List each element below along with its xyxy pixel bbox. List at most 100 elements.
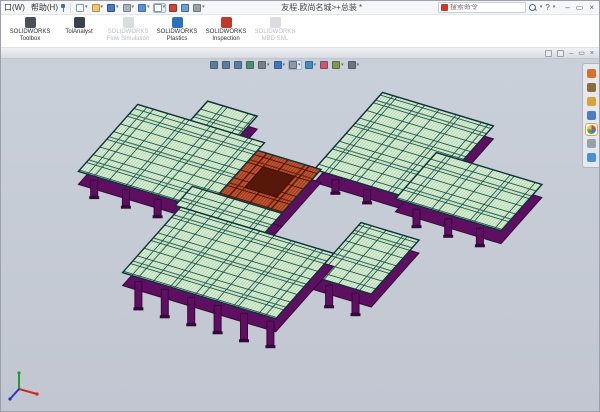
zoom-to-fit-icon [210,61,218,69]
addin-tolanalyst[interactable]: TolAnalyst [56,17,102,36]
divider [70,3,71,13]
save-dropdown-icon[interactable]: ▾ [116,5,119,10]
addin-label: SOLIDWORKS Plastics [154,29,200,42]
model-3d-assembly[interactable] [1,59,599,412]
view-settings-icon [348,61,356,69]
help-button[interactable]: ? [545,3,549,12]
edit-appearance-icon [320,61,328,69]
apply-scene-icon [332,61,340,69]
undo-dropdown-icon[interactable]: ▾ [147,5,150,10]
dynamic-annotation-views-dropdown-icon[interactable]: ▾ [267,63,270,68]
display-style-button[interactable]: ▾ [288,60,302,70]
zoom-to-area-button[interactable] [221,60,231,70]
view-palette-icon [587,111,596,120]
addin-solidworks-toolbox[interactable]: SOLIDWORKS Toolbox [7,17,53,42]
view-settings-button[interactable]: ▾ [347,60,361,70]
solidworks-flow-simulation-icon [123,17,134,28]
doc-close-button[interactable]: × [590,50,594,57]
rebuild-icon [169,4,177,12]
solidworks-mbd-snl-icon [270,17,281,28]
zoom-to-area-icon [222,61,230,69]
addin-solidworks-mbd-snl[interactable]: SOLIDWORKS MBD SNL [252,17,298,42]
options-button[interactable]: ▾ [192,3,206,13]
task-pane-tabs [582,63,599,168]
quick-access-toolbar: ▾ ▾ ▾ ▾ ▾ ▾ ▾ [75,3,206,13]
previous-view-icon [234,61,242,69]
solidworks-inspection-icon [221,17,232,28]
axis-z [10,389,19,399]
doc-minimize-button[interactable]: – [569,50,573,57]
graphics-area[interactable]: ▾ ▾ ▾ ▾ ▾ ▾ [1,59,599,412]
addin-label: SOLIDWORKS Toolbox [7,29,53,42]
search-icon[interactable] [529,4,537,12]
addin-solidworks-inspection[interactable]: SOLIDWORKS Inspection [203,17,249,42]
search-input[interactable] [450,4,523,11]
view-settings-dropdown-icon[interactable]: ▾ [357,63,360,68]
restore-button[interactable]: ▭ [576,4,584,12]
toolbar-strip: – ▭ × [1,48,599,59]
titlebar: 口(W)帮助(H) ▾▾▾▾▾▾▾ 友程.欧尚名城>+总装 * ▾ ? ▾ –▭… [1,1,599,15]
search-area: ▾ ? ▾ [438,2,555,13]
user-forum-icon [587,153,596,162]
view-orientation-button[interactable]: ▾ [273,60,287,70]
design-library-icon [587,83,596,92]
doc-window-button-a[interactable] [545,50,552,57]
addin-solidworks-plastics[interactable]: SOLIDWORKS Plastics [154,17,200,42]
addin-label: SOLIDWORKS Inspection [203,29,249,42]
menu-item-w[interactable]: 口(W) [4,2,25,13]
open-dropdown-icon[interactable]: ▾ [101,5,104,10]
save-button[interactable]: ▾ [106,3,120,13]
select-button[interactable]: ▾ [153,3,167,13]
new-dropdown-icon[interactable]: ▾ [85,5,88,10]
window-controls: –▭ × [565,4,594,12]
menu-item-h[interactable]: 帮助(H) [31,2,58,13]
save-icon [107,4,115,12]
options-dropdown-icon[interactable]: ▾ [202,5,205,10]
taskpane-tab-custom-properties[interactable] [586,138,597,149]
minimize-button[interactable]: – [565,4,569,12]
hide-show-items-button[interactable]: ▾ [304,60,318,70]
taskpane-tab-solidworks-resources[interactable] [586,68,597,79]
display-style-icon [289,61,297,69]
undo-icon [138,4,146,12]
search-dropdown-icon[interactable]: ▾ [540,5,543,10]
dynamic-annotation-views-button[interactable]: ▾ [257,60,271,70]
taskpane-tab-view-palette[interactable] [586,110,597,121]
taskpane-tab-appearances-scenes[interactable] [586,124,597,135]
file-properties-icon [181,4,189,12]
section-view-button[interactable] [245,60,255,70]
doc-window-button-b[interactable] [557,50,564,57]
pin-menu-icon[interactable] [60,4,66,12]
menubar: 口(W) 帮助(H) [1,2,58,13]
open-button[interactable]: ▾ [91,3,105,13]
apply-scene-dropdown-icon[interactable]: ▾ [341,63,344,68]
file-properties-button[interactable] [180,3,190,13]
new-button[interactable]: ▾ [75,3,89,13]
print-dropdown-icon[interactable]: ▾ [132,5,135,10]
headsup-view-toolbar: ▾ ▾ ▾ ▾ ▾ ▾ [209,60,360,70]
hide-show-items-dropdown-icon[interactable]: ▾ [314,63,317,68]
addin-label: TolAnalyst [65,29,92,36]
close-button[interactable]: × [589,4,594,12]
taskpane-tab-design-library[interactable] [586,82,597,93]
addin-label: SOLIDWORKS MBD SNL [252,29,298,42]
help-dropdown-icon[interactable]: ▾ [553,5,556,10]
taskpane-tab-user-forum[interactable] [586,152,597,163]
taskpane-tab-file-explorer[interactable] [586,96,597,107]
axis-x [19,389,37,394]
print-button[interactable]: ▾ [122,3,136,13]
file-explorer-icon [587,97,596,106]
previous-view-button[interactable] [233,60,243,70]
addin-solidworks-flow-simulation[interactable]: SOLIDWORKS Flow Simulation [105,17,151,42]
zoom-to-fit-button[interactable] [209,60,219,70]
doc-restore-button[interactable]: ▭ [578,50,585,57]
select-dropdown-icon[interactable]: ▾ [163,5,166,10]
undo-button[interactable]: ▾ [137,3,151,13]
display-style-dropdown-icon[interactable]: ▾ [298,63,301,68]
apply-scene-button[interactable]: ▾ [331,60,345,70]
rebuild-button[interactable] [168,3,178,13]
edit-appearance-button[interactable] [319,60,329,70]
view-orientation-dropdown-icon[interactable]: ▾ [283,63,286,68]
new-icon [76,4,84,12]
command-search[interactable] [438,2,526,13]
